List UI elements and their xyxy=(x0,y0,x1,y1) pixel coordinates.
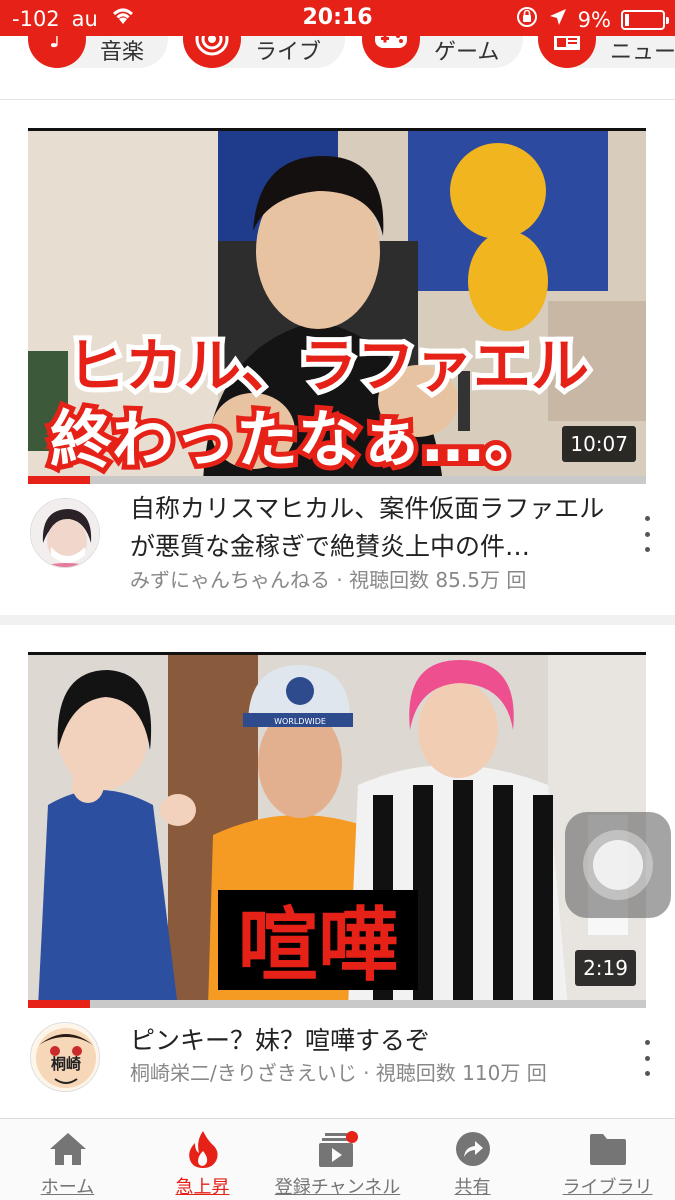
thumbnail-caption-line1: ヒカル、ラファエル xyxy=(67,332,589,400)
home-icon xyxy=(47,1129,89,1169)
video-meta: みずにゃんちゃんねる · 視聴回数 85.5万 回 xyxy=(130,568,527,592)
thumbnail-caption-line2: 終わったなぁ…。 xyxy=(50,403,546,476)
subscriptions-icon xyxy=(317,1129,359,1169)
nav-home[interactable]: ホーム xyxy=(0,1119,135,1200)
cap-text: WORLDWIDE xyxy=(274,717,326,726)
status-bar: -102 au 20:16 9% xyxy=(0,0,675,36)
watch-progress-fill xyxy=(28,476,90,484)
music-note-icon: ♪ xyxy=(28,36,86,68)
video-thumbnail[interactable]: WORLDWIDE 喧嘩 2:19 xyxy=(28,652,646,1008)
category-chip-gaming[interactable]: ゲーム xyxy=(362,36,524,68)
thumbnail-caption: 喧嘩 xyxy=(238,899,398,992)
category-chip-music[interactable]: ♪ 音楽 xyxy=(28,36,169,68)
assistive-touch-button[interactable] xyxy=(565,812,671,918)
bottom-navigation: ホーム 急上昇 登録チャンネル 共有 ライブラリ xyxy=(0,1118,675,1200)
rotation-lock-icon xyxy=(516,6,538,33)
watch-progress-bar xyxy=(28,476,646,484)
thumbnail-image: WORLDWIDE 喧嘩 xyxy=(28,655,646,1008)
video-title[interactable]: 自称カリスマヒカル、案件仮面ラファエルが悪質な金稼ぎで絶賛炎上中の件… xyxy=(130,490,620,566)
nav-trending[interactable]: 急上昇 xyxy=(135,1119,270,1200)
more-options-icon[interactable] xyxy=(638,1040,656,1076)
news-icon xyxy=(538,36,596,68)
location-arrow-icon xyxy=(548,7,568,32)
folder-icon xyxy=(587,1129,629,1169)
thumbnail-image: ヒカル、ラファエル 終わったなぁ…。 xyxy=(28,131,646,484)
video-title[interactable]: ピンキー？妹？喧嘩するぞ xyxy=(130,1022,620,1060)
gamepad-icon xyxy=(362,36,420,68)
category-chip-live[interactable]: ライブ xyxy=(183,36,346,68)
nav-share[interactable]: 共有 xyxy=(405,1119,540,1200)
nav-subscriptions[interactable]: 登録チャンネル xyxy=(270,1119,405,1200)
video-meta: 桐崎栄二/きりざきえいじ · 視聴回数 110万 回 xyxy=(130,1061,547,1085)
watch-progress-fill xyxy=(28,1000,90,1008)
nav-library[interactable]: ライブラリ xyxy=(540,1119,675,1200)
video-duration: 10:07 xyxy=(562,426,636,462)
category-chip-news[interactable]: ニュー xyxy=(538,36,675,68)
video-duration: 2:19 xyxy=(575,950,636,986)
channel-avatar[interactable] xyxy=(30,498,100,568)
watch-progress-bar xyxy=(28,1000,646,1008)
video-thumbnail[interactable]: ヒカル、ラファエル 終わったなぁ…。 10:07 xyxy=(28,128,646,484)
more-options-icon[interactable] xyxy=(638,516,656,552)
avatar-text: 桐崎 xyxy=(51,1055,81,1073)
flame-icon xyxy=(182,1129,224,1169)
video-card[interactable]: ヒカル、ラファエル 終わったなぁ…。 10:07 自称カリスマヒカル、案件仮面ラ… xyxy=(0,100,675,615)
share-icon xyxy=(452,1129,494,1169)
battery-percent: 9% xyxy=(577,7,611,32)
live-broadcast-icon xyxy=(183,36,241,68)
category-chips: ♪ 音楽 ライブ ゲーム ニュー xyxy=(0,36,675,100)
battery-icon xyxy=(621,9,669,30)
channel-avatar[interactable]: 桐崎 xyxy=(30,1022,100,1092)
card-divider xyxy=(0,615,675,625)
